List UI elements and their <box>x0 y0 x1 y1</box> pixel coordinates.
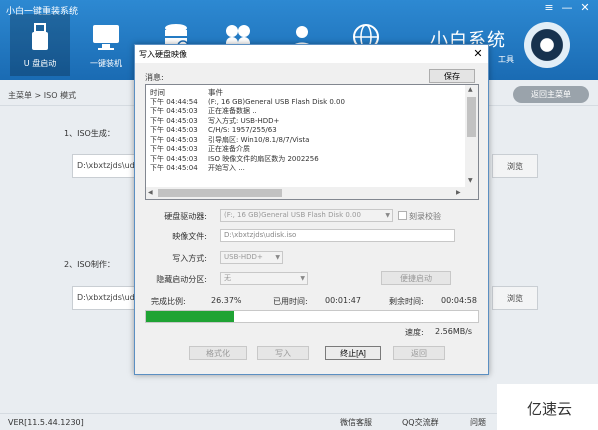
verify-checkbox[interactable] <box>398 211 407 220</box>
brand-mark-icon <box>524 22 570 68</box>
log-event: ISO 映像文件的扇区数为 2002256 <box>208 154 319 163</box>
image-file-input[interactable]: D:\xbxtzjds\udisk.iso <box>220 229 455 242</box>
brand-subtitle: 工具 <box>498 55 514 64</box>
hide-partition-value: 无 <box>224 274 231 282</box>
log-list[interactable]: 时间 事件 下午 04:44:54 (F:, 16 GB)General USB … <box>145 84 479 200</box>
progress-fill <box>146 311 234 322</box>
back-to-main-button[interactable]: 返回主菜单 <box>513 86 589 103</box>
scroll-down-icon[interactable]: ▼ <box>468 177 473 184</box>
log-row: 下午 04:45:04 开始写入 ... <box>150 164 462 174</box>
breadcrumb: 主菜单 > ISO 模式 <box>8 91 77 100</box>
log-time: 下午 04:45:03 <box>150 145 198 153</box>
image-file-label: 映像文件: <box>172 232 207 241</box>
close-icon[interactable]: ✕ <box>471 47 485 61</box>
log-row: 下午 04:45:03 正在准备数据 .. <box>150 107 462 117</box>
chevron-down-icon: ▼ <box>275 254 280 261</box>
close-icon[interactable]: ✕ <box>576 1 594 14</box>
nav-usb-boot-label: U 盘启动 <box>23 59 57 68</box>
iso-generate-path[interactable]: D:\xbxtzjds\udi <box>72 154 138 178</box>
log-event: 开始写入 ... <box>208 164 245 172</box>
log-time: 下午 04:44:54 <box>150 97 198 106</box>
log-time: 下午 04:45:03 <box>150 116 198 125</box>
speed-value: 2.56MB/s <box>435 327 473 336</box>
scroll-left-icon[interactable]: ◀ <box>148 189 153 196</box>
hide-partition-label: 隐藏启动分区: <box>156 275 207 284</box>
iso-generate-label: 1、ISO生成： <box>64 129 115 138</box>
scroll-up-icon[interactable]: ▲ <box>468 86 473 93</box>
dialog-titlebar[interactable]: 写入硬盘映像 ✕ <box>135 45 488 63</box>
drive-select[interactable]: (F:, 16 GB)General USB Flash Disk 0.00 ▼ <box>220 209 393 222</box>
write-mode-select[interactable]: USB-HDD+ ▼ <box>220 251 283 264</box>
drive-select-value: (F:, 16 GB)General USB Flash Disk 0.00 <box>224 211 361 219</box>
remaining-value: 00:04:58 <box>441 296 477 305</box>
watermark: 亿速云 <box>497 384 598 430</box>
scroll-right-icon[interactable]: ▶ <box>456 189 461 196</box>
speed-label: 速度: <box>405 328 424 337</box>
iso-make-path[interactable]: D:\xbxtzjds\udi <box>72 286 138 310</box>
log-event: 引导扇区: Win10/8.1/8/7/Vista <box>208 135 310 144</box>
dialog-title: 写入硬盘映像 <box>139 50 187 59</box>
fast-boot-button[interactable]: 便捷启动 <box>381 271 451 285</box>
usb-drive-icon <box>32 23 48 50</box>
log-horizontal-scrollbar[interactable]: ◀ ▶ <box>146 187 478 199</box>
log-event: (F:, 16 GB)General USB Flash Disk 0.00 <box>208 97 345 106</box>
log-row: 下午 04:45:03 ISO 映像文件的扇区数为 2002256 <box>150 155 462 165</box>
complete-value: 26.37% <box>211 296 242 305</box>
write-image-dialog: 写入硬盘映像 ✕ 消息: 保存 时间 事件 下午 04:44:54 (F:, 16… <box>134 44 489 375</box>
log-event: 正在准备介质 <box>208 145 250 153</box>
log-header-time: 时间 <box>150 88 165 97</box>
log-event: 写入方式: USB-HDD+ <box>208 116 280 125</box>
menu-icon[interactable]: ≡ <box>540 1 558 14</box>
log-content: 时间 事件 下午 04:44:54 (F:, 16 GB)General USB … <box>150 88 462 188</box>
log-event: 正在准备数据 .. <box>208 107 257 115</box>
format-button[interactable]: 格式化 <box>189 346 247 360</box>
stop-button[interactable]: 终止[A] <box>325 346 381 360</box>
chevron-down-icon: ▼ <box>300 275 305 282</box>
log-row: 下午 04:45:03 引导扇区: Win10/8.1/8/7/Vista <box>150 136 462 146</box>
minimize-icon[interactable]: — <box>558 1 576 14</box>
nav-usb-boot[interactable]: U 盘启动 <box>10 14 70 76</box>
progress-bar <box>145 310 479 323</box>
version-label: VER[11.5.44.1230] <box>8 418 84 427</box>
save-log-button[interactable]: 保存 <box>429 69 475 83</box>
nav-one-click-install-label: 一键装机 <box>90 59 122 68</box>
log-row: 下午 04:45:03 写入方式: USB-HDD+ <box>150 117 462 127</box>
log-vertical-thumb[interactable] <box>467 97 476 137</box>
iso-make-label: 2、ISO制作： <box>64 260 115 269</box>
log-time: 下午 04:45:03 <box>150 107 198 115</box>
drive-label: 硬盘驱动器: <box>164 212 207 221</box>
write-button[interactable]: 写入 <box>257 346 309 360</box>
write-mode-label: 写入方式: <box>172 254 207 263</box>
log-event: C/H/S: 1957/255/63 <box>208 126 277 134</box>
message-label: 消息: <box>145 73 164 82</box>
log-row: 下午 04:45:03 C/H/S: 1957/255/63 <box>150 126 462 136</box>
complete-label: 完成比例: <box>151 297 186 306</box>
log-header-row: 时间 事件 <box>150 88 462 98</box>
wechat-service-link[interactable]: 微信客服 <box>340 417 372 428</box>
help-link[interactable]: 问题 <box>470 417 486 428</box>
log-time: 下午 04:45:03 <box>150 154 198 163</box>
chevron-down-icon: ▼ <box>385 212 390 219</box>
nav-one-click-install[interactable]: 一键装机 <box>76 14 136 76</box>
back-button[interactable]: 返回 <box>393 346 445 360</box>
log-row: 下午 04:44:54 (F:, 16 GB)General USB Flash … <box>150 98 462 108</box>
log-time: 下午 04:45:04 <box>150 164 198 172</box>
log-time: 下午 04:45:03 <box>150 135 198 144</box>
log-header-event: 事件 <box>208 88 223 97</box>
elapsed-value: 00:01:47 <box>325 296 361 305</box>
elapsed-label: 已用时间: <box>273 297 308 306</box>
computer-icon <box>93 25 119 50</box>
log-time: 下午 04:45:03 <box>150 126 198 134</box>
verify-label: 刻录校验 <box>409 212 441 221</box>
hide-partition-select[interactable]: 无 ▼ <box>220 272 308 285</box>
log-horizontal-thumb[interactable] <box>158 189 282 197</box>
remaining-label: 剩余时间: <box>389 297 424 306</box>
qq-group-link[interactable]: QQ交流群 <box>402 417 439 428</box>
write-mode-value: USB-HDD+ <box>224 253 263 261</box>
watermark-text: 亿速云 <box>527 400 573 418</box>
log-vertical-scrollbar[interactable]: ▲ ▼ <box>465 85 478 187</box>
browse-make-button[interactable]: 浏览 <box>492 286 538 310</box>
browse-generate-button[interactable]: 浏览 <box>492 154 538 178</box>
log-row: 下午 04:45:03 正在准备介质 <box>150 145 462 155</box>
